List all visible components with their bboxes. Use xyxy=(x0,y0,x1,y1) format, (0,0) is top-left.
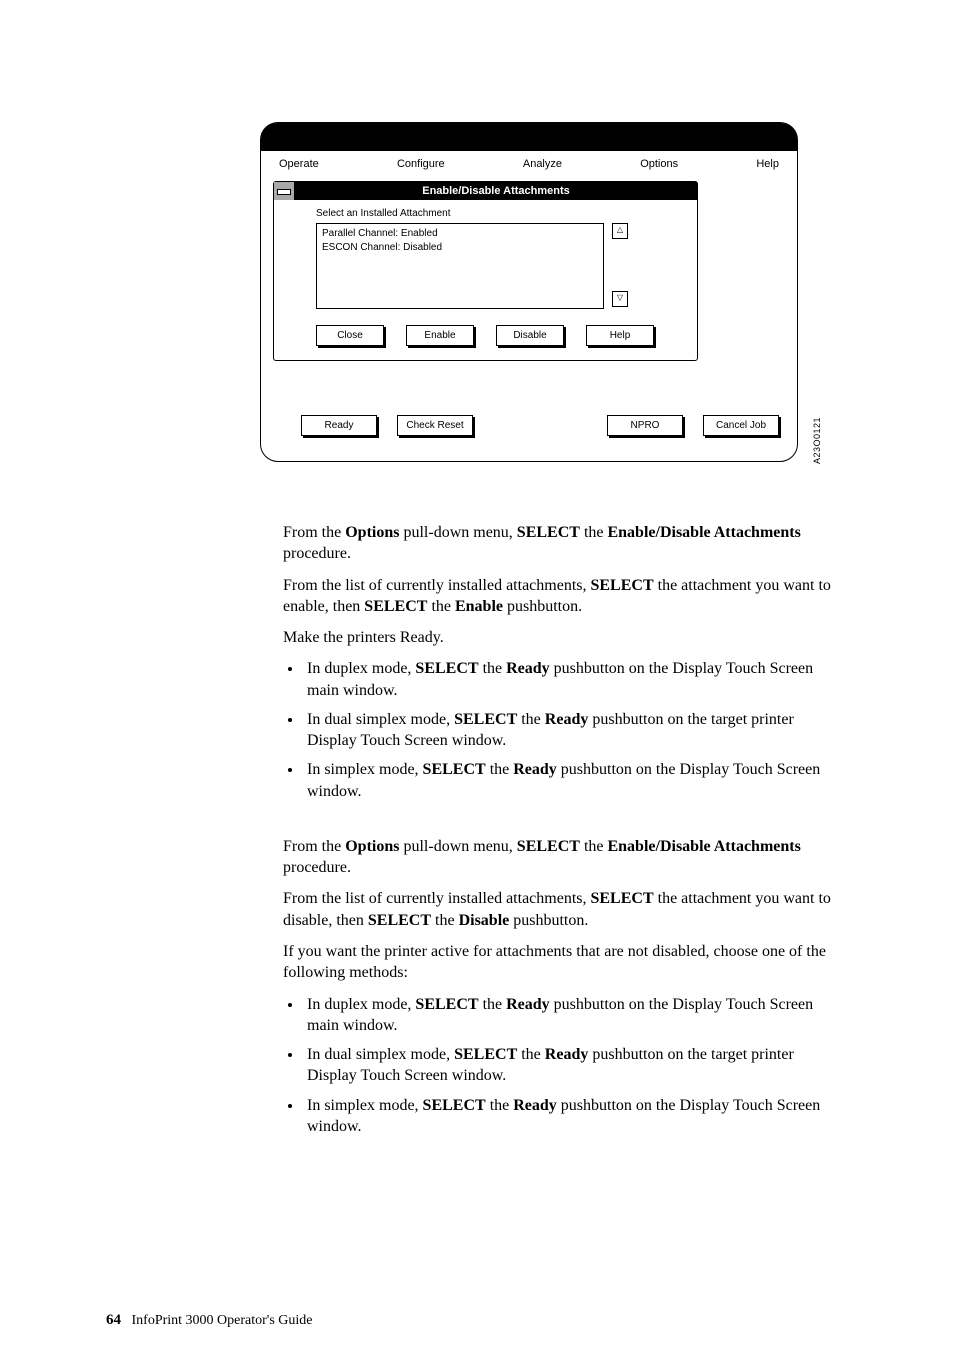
paragraph: From the list of currently installed att… xyxy=(283,888,837,931)
paragraph: Make the printers Ready. xyxy=(283,627,837,648)
bold-text: Ready xyxy=(513,761,557,778)
list-item: In dual simplex mode, SELECT the Ready p… xyxy=(303,1044,837,1087)
bold-text: Options xyxy=(345,524,399,541)
text: procedure. xyxy=(283,859,351,876)
bold-text: Enable/Disable Attachments xyxy=(607,524,800,541)
page-footer: 64 InfoPrint 3000 Operator's Guide xyxy=(106,1312,313,1329)
screen-top-black-bar xyxy=(261,123,797,151)
bold-text: Ready xyxy=(506,660,550,677)
menu-analyze[interactable]: Analyze xyxy=(523,158,562,170)
attachment-listbox[interactable]: Parallel Channel: Enabled ESCON Channel:… xyxy=(316,223,604,309)
list-label: Select an Installed Attachment xyxy=(316,208,677,219)
menu-options[interactable]: Options xyxy=(640,158,678,170)
bold-text: SELECT xyxy=(454,711,517,728)
disable-button[interactable]: Disable xyxy=(496,325,564,346)
bold-text: Disable xyxy=(459,912,510,929)
close-button[interactable]: Close xyxy=(316,325,384,346)
list-item: In duplex mode, SELECT the Ready pushbut… xyxy=(303,658,837,701)
list-item[interactable]: ESCON Channel: Disabled xyxy=(322,242,442,253)
text: the xyxy=(479,996,507,1013)
book-title: InfoPrint 3000 Operator's Guide xyxy=(132,1313,313,1328)
screenshot-figure: Operate Configure Analyze Options Help E… xyxy=(260,122,800,462)
text: the xyxy=(517,711,545,728)
text: the xyxy=(517,1046,545,1063)
text: In dual simplex mode, xyxy=(307,1046,454,1063)
bold-text: Options xyxy=(345,838,399,855)
page-number: 64 xyxy=(106,1312,121,1328)
text: In simplex mode, xyxy=(307,1097,423,1114)
text: pushbutton. xyxy=(503,598,582,615)
text: the xyxy=(486,761,514,778)
text: the xyxy=(580,838,608,855)
bullet-list: In duplex mode, SELECT the Ready pushbut… xyxy=(283,994,837,1138)
bold-text: Ready xyxy=(506,996,550,1013)
npro-button[interactable]: NPRO xyxy=(607,415,683,436)
menu-operate[interactable]: Operate xyxy=(279,158,319,170)
list-item: In simplex mode, SELECT the Ready pushbu… xyxy=(303,1095,837,1138)
text: pushbutton. xyxy=(509,912,588,929)
text: the xyxy=(580,524,608,541)
menu-help[interactable]: Help xyxy=(756,158,779,170)
scroll-down-icon[interactable]: ▽ xyxy=(612,291,628,307)
figure-id-label: A23O0121 xyxy=(812,417,822,464)
bold-text: Enable/Disable Attachments xyxy=(607,838,800,855)
bold-text: Ready xyxy=(545,1046,589,1063)
list-item: In duplex mode, SELECT the Ready pushbut… xyxy=(303,994,837,1037)
bold-text: Enable xyxy=(455,598,503,615)
text: the xyxy=(479,660,507,677)
bold-text: SELECT xyxy=(423,1097,486,1114)
bold-text: SELECT xyxy=(517,838,580,855)
text: pull-down menu, xyxy=(399,838,516,855)
bold-text: SELECT xyxy=(415,660,478,677)
text: the xyxy=(427,598,455,615)
bold-text: SELECT xyxy=(364,598,427,615)
window-title: Enable/Disable Attachments xyxy=(295,182,697,200)
menu-configure[interactable]: Configure xyxy=(397,158,445,170)
scroll-up-icon[interactable]: △ xyxy=(612,223,628,239)
text: In duplex mode, xyxy=(307,996,415,1013)
ready-button[interactable]: Ready xyxy=(301,415,377,436)
help-button[interactable]: Help xyxy=(586,325,654,346)
text: From the list of currently installed att… xyxy=(283,890,590,907)
check-reset-button[interactable]: Check Reset xyxy=(397,415,473,436)
menubar: Operate Configure Analyze Options Help xyxy=(261,151,797,177)
paragraph: From the Options pull-down menu, SELECT … xyxy=(283,522,837,565)
text: In duplex mode, xyxy=(307,660,415,677)
paragraph: From the Options pull-down menu, SELECT … xyxy=(283,836,837,879)
bold-text: Ready xyxy=(513,1097,557,1114)
text: In dual simplex mode, xyxy=(307,711,454,728)
bullet-list: In duplex mode, SELECT the Ready pushbut… xyxy=(283,658,837,802)
enable-button[interactable]: Enable xyxy=(406,325,474,346)
list-item: In simplex mode, SELECT the Ready pushbu… xyxy=(303,759,837,802)
text: the xyxy=(486,1097,514,1114)
bold-text: SELECT xyxy=(368,912,431,929)
text: procedure. xyxy=(283,545,351,562)
display-touch-screen: Operate Configure Analyze Options Help E… xyxy=(260,122,798,462)
paragraph: From the list of currently installed att… xyxy=(283,575,837,618)
list-item: In dual simplex mode, SELECT the Ready p… xyxy=(303,709,837,752)
bold-text: SELECT xyxy=(590,577,653,594)
bold-text: SELECT xyxy=(517,524,580,541)
bold-text: Ready xyxy=(545,711,589,728)
list-item[interactable]: Parallel Channel: Enabled xyxy=(322,228,438,239)
text: From the list of currently installed att… xyxy=(283,577,590,594)
bold-text: SELECT xyxy=(454,1046,517,1063)
bold-text: SELECT xyxy=(590,890,653,907)
text: the xyxy=(431,912,459,929)
bold-text: SELECT xyxy=(423,761,486,778)
attachments-window: Enable/Disable Attachments Select an Ins… xyxy=(273,181,698,361)
text: From the xyxy=(283,838,345,855)
text: From the xyxy=(283,524,345,541)
cancel-job-button[interactable]: Cancel Job xyxy=(703,415,779,436)
text: pull-down menu, xyxy=(399,524,516,541)
document-body: From the Options pull-down menu, SELECT … xyxy=(283,522,837,1137)
text: In simplex mode, xyxy=(307,761,423,778)
bold-text: SELECT xyxy=(415,996,478,1013)
system-menu-icon[interactable] xyxy=(274,182,295,200)
paragraph: If you want the printer active for attac… xyxy=(283,941,837,984)
